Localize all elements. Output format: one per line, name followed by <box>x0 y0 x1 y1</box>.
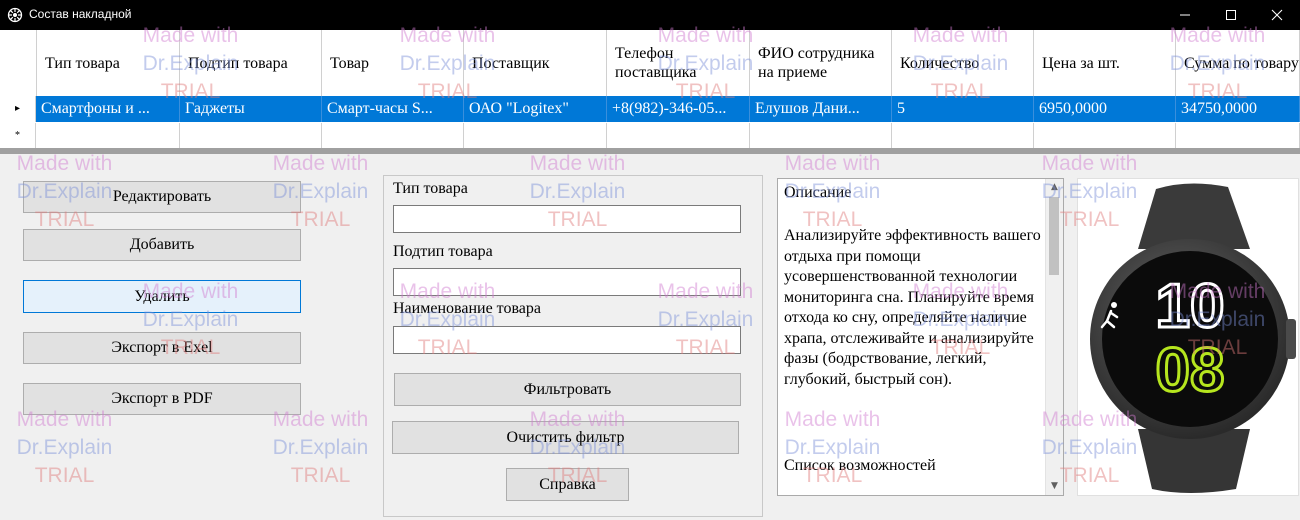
description-title: Описание <box>784 184 852 201</box>
app-icon <box>7 7 23 23</box>
subtype-input[interactable] <box>393 268 741 296</box>
filter-panel: Тип товара Подтип товара Наименование то… <box>383 175 763 517</box>
cell-supplier[interactable]: ОАО "Logitex" <box>464 96 607 122</box>
table-row[interactable]: ▸ Смартфоны и ... Гаджеты Смарт-часы S..… <box>0 96 1300 122</box>
col-header-product[interactable]: Товар <box>322 30 464 96</box>
invoice-items-grid[interactable]: Тип товара Подтип товара Товар Поставщик… <box>0 30 1300 154</box>
col-header-employee[interactable]: ФИО сотрудника на приеме <box>750 30 892 96</box>
watch-hours: 10 <box>1156 272 1225 341</box>
new-row[interactable]: * <box>0 123 1300 150</box>
clear-filter-button[interactable]: Очистить фильтр <box>392 421 739 454</box>
cell-sum[interactable]: 34750,0000 <box>1176 96 1300 122</box>
scroll-thumb[interactable] <box>1049 197 1059 275</box>
scroll-down-icon[interactable]: ▼ <box>1046 478 1063 495</box>
cell-employee[interactable]: Елушов Дани... <box>750 96 892 122</box>
col-header-price[interactable]: Цена за шт. <box>1034 30 1176 96</box>
help-button[interactable]: Справка <box>506 468 629 501</box>
col-header-subtype[interactable]: Подтип товара <box>180 30 322 96</box>
delete-button[interactable]: Удалить <box>23 280 301 313</box>
cell-product[interactable]: Смарт-часы S... <box>322 96 464 122</box>
scroll-up-icon[interactable]: ▲ <box>1046 179 1063 196</box>
grid-bottom-border <box>0 148 1300 154</box>
smartwatch-image: 10 08 <box>1090 183 1296 493</box>
cell-empty[interactable] <box>607 123 750 149</box>
cell-empty[interactable] <box>464 123 607 149</box>
description-body: Анализируйте эффективность вашего отдыха… <box>784 227 1041 388</box>
name-input[interactable] <box>393 326 741 354</box>
subtype-label: Подтип товара <box>393 243 493 260</box>
export-excel-button[interactable]: Экспорт в Exel <box>23 332 301 364</box>
description-scrollbar[interactable]: ▲ ▼ <box>1045 179 1063 495</box>
current-row-indicator[interactable]: ▸ <box>0 96 36 122</box>
col-header-supplier-phone[interactable]: Телефон поставщика <box>607 30 750 96</box>
trial-watermark: Made with Dr.Explain TRIAL <box>272 408 369 487</box>
cell-price[interactable]: 6950,0000 <box>1034 96 1176 122</box>
cell-type[interactable]: Смартфоны и ... <box>36 96 180 122</box>
filter-button[interactable]: Фильтровать <box>394 373 741 406</box>
export-pdf-button[interactable]: Экспорт в PDF <box>23 383 301 415</box>
description-textbox[interactable]: Описание Анализируйте эффективность ваше… <box>777 178 1064 496</box>
window-title: Состав накладной <box>29 7 132 21</box>
trial-watermark: Made with Dr.Explain TRIAL <box>16 408 113 487</box>
row-header-corner <box>0 30 37 96</box>
cell-supplier-phone[interactable]: +8(982)-346-05... <box>607 96 750 122</box>
add-button[interactable]: Добавить <box>23 229 301 261</box>
close-icon[interactable] <box>1254 0 1300 30</box>
grid-header: Тип товара Подтип товара Товар Поставщик… <box>0 30 1300 97</box>
col-header-type[interactable]: Тип товара <box>37 30 180 96</box>
minimize-icon[interactable] <box>1162 0 1208 30</box>
cell-empty[interactable] <box>1034 123 1176 149</box>
cell-subtype[interactable]: Гаджеты <box>180 96 322 122</box>
cell-empty[interactable] <box>750 123 892 149</box>
col-header-sum[interactable]: Сумма по товару <box>1176 30 1300 96</box>
maximize-icon[interactable] <box>1208 0 1254 30</box>
type-label: Тип товара <box>393 180 468 197</box>
col-header-supplier[interactable]: Поставщик <box>464 30 607 96</box>
col-header-quantity[interactable]: Количество <box>892 30 1034 96</box>
title-bar: Состав накладной <box>0 0 1300 30</box>
features-list-title: Список возможностей <box>784 457 936 474</box>
edit-button[interactable]: Редактировать <box>23 181 301 213</box>
new-row-indicator[interactable]: * <box>0 123 36 149</box>
cell-quantity[interactable]: 5 <box>892 96 1034 122</box>
watch-minutes: 08 <box>1156 336 1225 405</box>
cell-empty[interactable] <box>1176 123 1300 149</box>
cell-empty[interactable] <box>892 123 1034 149</box>
cell-empty[interactable] <box>36 123 180 149</box>
name-label: Наименование товара <box>393 300 542 317</box>
cell-empty[interactable] <box>322 123 464 149</box>
type-input[interactable] <box>393 205 741 233</box>
cell-empty[interactable] <box>180 123 322 149</box>
product-image: 10 08 <box>1077 178 1299 496</box>
